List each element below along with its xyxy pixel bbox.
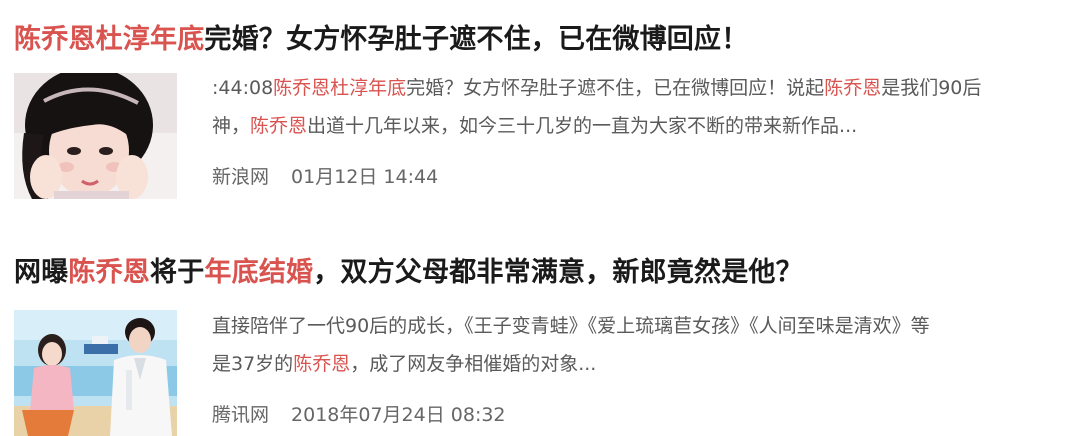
title-text: 将于 — [150, 257, 205, 288]
snippet-text: 完婚？女方怀孕肚子遮不住，已在微博回应！说起 — [406, 77, 825, 99]
title-highlight: 陈乔恩 — [68, 257, 151, 288]
title-text: ，双方父母都非常满意，新郎竟然是他？ — [313, 257, 803, 288]
snippet-line: 是37岁的陈乔恩，成了网友争相催婚的对象... — [212, 345, 1080, 383]
snippet-line: 直接陪伴了一代90后的成长，《王子变青蛙》《爱上琉璃苣女孩》《人间至味是清欢》等 — [212, 307, 1080, 345]
source-name[interactable]: 新浪网 — [212, 166, 269, 188]
result-snippet: 直接陪伴了一代90后的成长，《王子变青蛙》《爱上琉璃苣女孩》《人间至味是清欢》等… — [212, 307, 1080, 383]
snippet-text: 出道十几年以来，如今三十几岁的一直为大家不断的带来新作品... — [307, 115, 858, 137]
portrait-photo-woman-hands-on-cheeks — [14, 73, 177, 199]
title-text: 网曝 — [14, 257, 69, 288]
snippet-text: 直接陪伴了一代90后的成长，《王子变青蛙》《爱上琉璃苣女孩》《人间至味是清欢》等 — [212, 315, 930, 337]
result-meta: 新浪网 01月12日 14:44 — [212, 162, 438, 189]
result-meta: 腾讯网 2018年07月24日 08:32 — [212, 400, 506, 427]
snippet-text: 神， — [212, 115, 251, 137]
result-thumbnail[interactable] — [14, 73, 177, 199]
drama-still-couple-poster — [14, 310, 177, 436]
title-text: 完婚？女方怀孕肚子遮不住，已在微博回应！ — [204, 24, 749, 55]
result-snippet: :44:08陈乔恩杜淳年底完婚？女方怀孕肚子遮不住，已在微博回应！说起陈乔恩是我… — [212, 69, 1080, 145]
snippet-line: 神，陈乔恩出道十几年以来，如今三十几岁的一直为大家不断的带来新作品... — [212, 107, 1080, 145]
result-title[interactable]: 陈乔恩杜淳年底完婚？女方怀孕肚子遮不住，已在微博回应！ — [14, 22, 748, 58]
snippet-highlight: 陈乔恩 — [293, 353, 351, 375]
snippet-text: ，成了网友争相催婚的对象... — [350, 353, 597, 375]
result-title[interactable]: 网曝陈乔恩将于年底结婚，双方父母都非常满意，新郎竟然是他？ — [14, 255, 803, 291]
snippet-highlight: 陈乔恩 — [250, 115, 308, 137]
publish-date: 01月12日 14:44 — [291, 166, 439, 188]
search-results: 陈乔恩杜淳年底完婚？女方怀孕肚子遮不住，已在微博回应！:44:08陈乔恩杜淳年… — [0, 0, 1080, 436]
snippet-text: :44:08 — [212, 77, 274, 99]
title-highlight: 年底结婚 — [204, 257, 314, 288]
snippet-line: :44:08陈乔恩杜淳年底完婚？女方怀孕肚子遮不住，已在微博回应！说起陈乔恩是我… — [212, 69, 1080, 107]
snippet-text: 是我们90后 — [881, 77, 982, 99]
result-thumbnail[interactable] — [14, 310, 177, 436]
snippet-highlight: 陈乔恩杜淳年底 — [273, 77, 407, 99]
publish-date: 2018年07月24日 08:32 — [291, 404, 506, 426]
source-name[interactable]: 腾讯网 — [212, 404, 269, 426]
snippet-text: 是37岁的 — [212, 353, 294, 375]
title-highlight: 陈乔恩杜淳年底 — [14, 24, 205, 55]
snippet-highlight: 陈乔恩 — [824, 77, 882, 99]
